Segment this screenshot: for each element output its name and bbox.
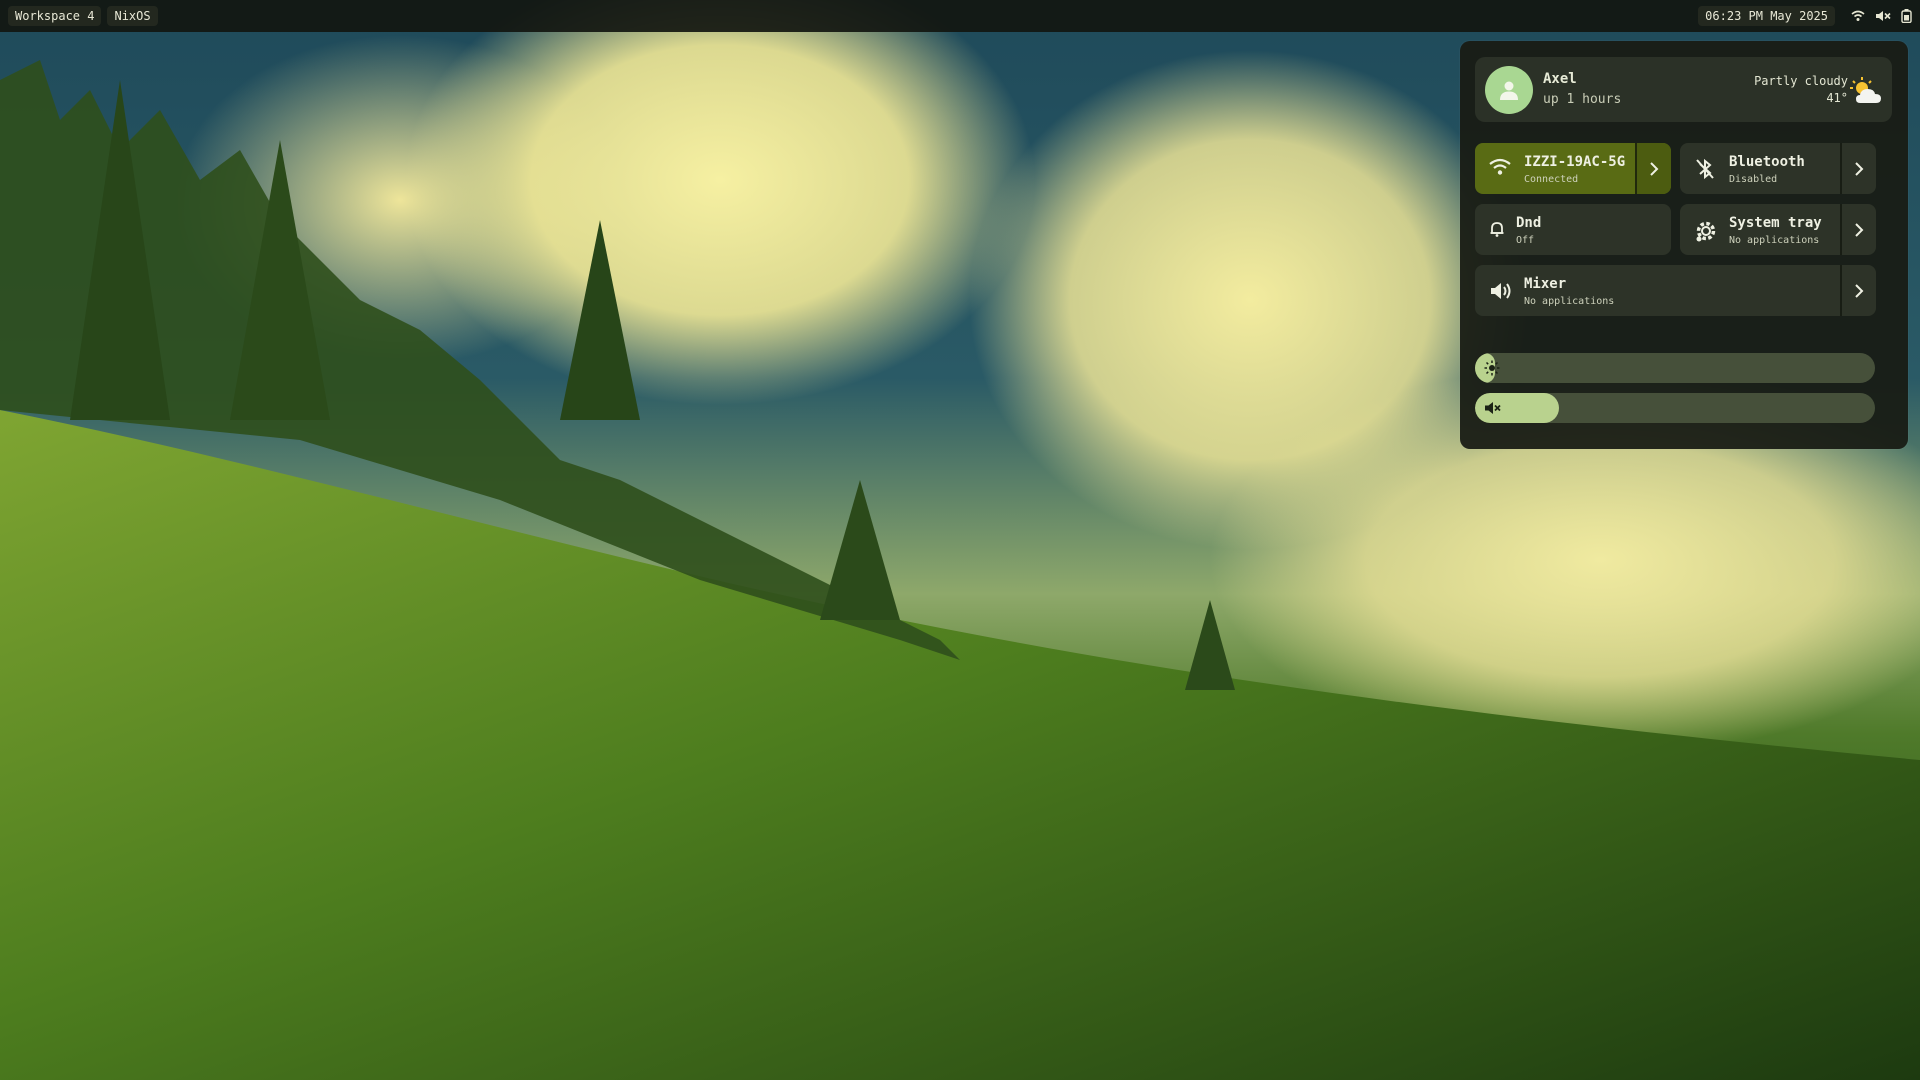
- distro-label[interactable]: NixOS: [107, 6, 158, 26]
- mixer-expand-button[interactable]: [1840, 265, 1876, 316]
- partly-cloudy-icon: [1850, 77, 1886, 111]
- battery-icon[interactable]: [1901, 9, 1912, 23]
- weather-description: Partly cloudy: [1754, 74, 1848, 88]
- bluetooth-off-icon: [1694, 158, 1716, 184]
- system-tray-tile[interactable]: System tray No applications: [1680, 204, 1876, 255]
- brightness-icon: [1484, 360, 1500, 380]
- bluetooth-label: Bluetooth: [1729, 154, 1805, 170]
- wifi-icon: [1489, 158, 1511, 180]
- bell-icon: [1490, 221, 1504, 241]
- wifi-tile[interactable]: IZZI-19AC-5G Connected: [1475, 143, 1671, 194]
- chevron-right-icon: [1855, 161, 1864, 176]
- bluetooth-tile[interactable]: Bluetooth Disabled: [1680, 143, 1876, 194]
- system-tray-expand-button[interactable]: [1840, 204, 1876, 255]
- gear-icon: [1694, 219, 1718, 247]
- dnd-status: Off: [1516, 235, 1535, 246]
- bluetooth-status: Disabled: [1729, 174, 1778, 185]
- wifi-icon[interactable]: [1851, 10, 1865, 22]
- dnd-label: Dnd: [1516, 215, 1542, 231]
- mixer-tile[interactable]: Mixer No applications: [1475, 265, 1876, 316]
- system-tray-label: System tray: [1729, 215, 1822, 231]
- chevron-right-icon: [1650, 161, 1659, 176]
- quick-settings-panel: Axel up 1 hours Partly cloudy 41° IZZI-1…: [1460, 41, 1908, 449]
- volume-muted-icon: [1484, 400, 1502, 420]
- chevron-right-icon: [1855, 222, 1864, 237]
- user-icon: [1500, 81, 1518, 100]
- brightness-slider[interactable]: [1475, 353, 1875, 383]
- volume-muted-icon[interactable]: [1875, 10, 1891, 22]
- wifi-network-name: IZZI-19AC-5G: [1524, 154, 1626, 170]
- system-tray-status: No applications: [1729, 235, 1820, 246]
- dnd-tile[interactable]: Dnd Off: [1475, 204, 1671, 255]
- speaker-icon: [1489, 280, 1513, 306]
- profile-card: Axel up 1 hours Partly cloudy 41°: [1475, 57, 1892, 122]
- avatar[interactable]: [1485, 66, 1533, 114]
- user-name: Axel: [1543, 71, 1577, 87]
- mixer-status: No applications: [1524, 296, 1615, 307]
- wifi-expand-button[interactable]: [1635, 143, 1671, 194]
- weather-temperature: 41°: [1826, 91, 1848, 105]
- wifi-status: Connected: [1524, 174, 1579, 185]
- mixer-label: Mixer: [1524, 276, 1567, 292]
- workspace-indicator[interactable]: Workspace 4: [8, 6, 102, 26]
- chevron-right-icon: [1855, 283, 1864, 298]
- clock[interactable]: 06:23 PM May 2025: [1698, 6, 1835, 26]
- bluetooth-expand-button[interactable]: [1840, 143, 1876, 194]
- top-bar: Workspace 4 NixOS 06:23 PM May 2025: [0, 0, 1920, 32]
- uptime-text: up 1 hours: [1543, 92, 1622, 107]
- volume-slider[interactable]: [1475, 393, 1875, 423]
